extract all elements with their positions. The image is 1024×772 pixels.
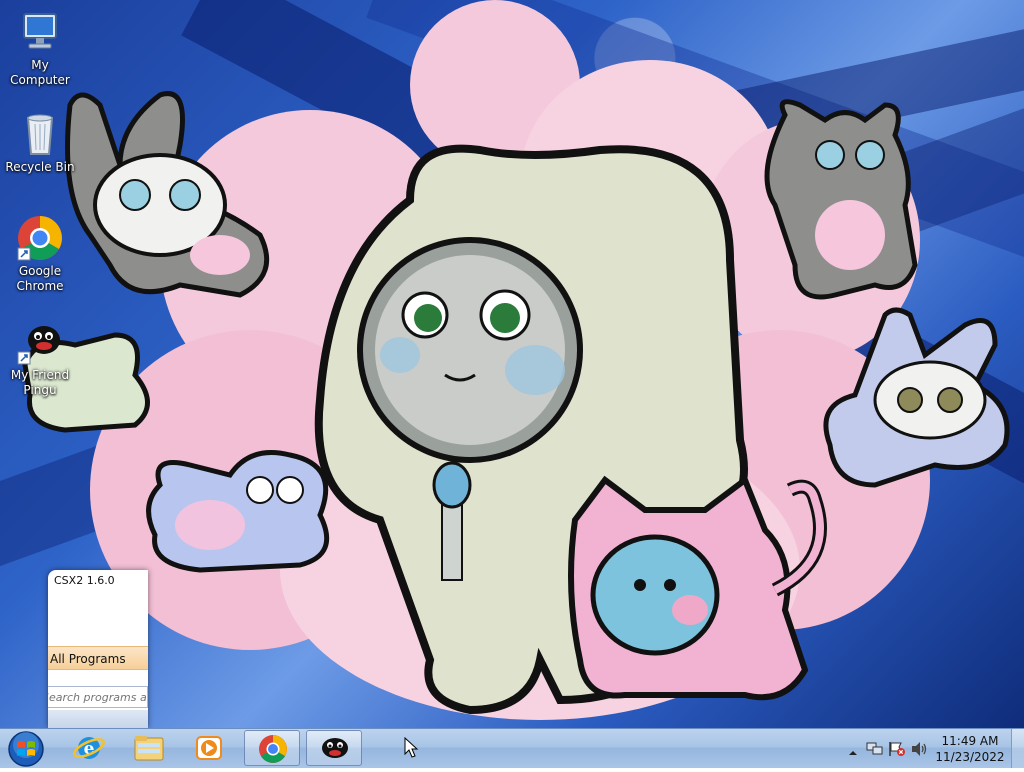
blue-bunny-character-illustration bbox=[823, 307, 1010, 488]
pingu-icon bbox=[16, 318, 64, 366]
desktop-icon-recycle-bin[interactable]: Recycle Bin bbox=[2, 110, 78, 175]
start-menu: CSX2 1.6.0 All Programs bbox=[48, 570, 148, 728]
clock-time: 11:49 AM bbox=[941, 734, 999, 748]
windows-orb-icon bbox=[8, 731, 44, 767]
taskbar-google-chrome-button[interactable] bbox=[244, 730, 300, 766]
chevron-up-icon bbox=[849, 751, 857, 755]
taskbar-internet-explorer-button[interactable]: e bbox=[61, 730, 117, 766]
taskbar: e 11:49 AM 11/23/2022 bbox=[0, 728, 1024, 768]
show-desktop-button[interactable] bbox=[1011, 729, 1024, 768]
chrome-icon bbox=[259, 735, 287, 763]
flag-alert-icon bbox=[889, 742, 905, 756]
taskbar-file-explorer-button[interactable] bbox=[121, 730, 177, 766]
pink-cat-character-illustration bbox=[568, 475, 827, 701]
start-menu-search-input[interactable] bbox=[48, 686, 148, 708]
start-menu-recent-item[interactable]: CSX2 1.6.0 bbox=[54, 574, 115, 587]
all-programs-label: All Programs bbox=[50, 652, 126, 666]
tray-action-center-button[interactable] bbox=[888, 741, 906, 761]
folder-icon bbox=[134, 736, 164, 761]
recycle-bin-icon bbox=[16, 110, 64, 158]
desktop-icon-label: Recycle Bin bbox=[5, 160, 75, 174]
clock-date: 11/23/2022 bbox=[935, 750, 1005, 764]
network-icon bbox=[866, 742, 883, 755]
taskbar-my-friend-pingu-button[interactable] bbox=[306, 730, 362, 766]
mouse-cursor-icon bbox=[404, 737, 419, 758]
bunny-character-illustration bbox=[65, 91, 270, 298]
start-button[interactable] bbox=[6, 730, 46, 768]
ie-icon: e bbox=[73, 737, 105, 759]
media-player-icon bbox=[196, 736, 222, 760]
desktop-icon-google-chrome[interactable]: Google Chrome bbox=[2, 214, 78, 294]
chrome-icon bbox=[16, 214, 64, 262]
desktop-icon-my-computer[interactable]: My Computer bbox=[2, 8, 78, 88]
desktop-wallpaper: My Computer Recycle Bin Google Chrome My… bbox=[0, 0, 1024, 728]
desktop-icon-label: My Friend Pingu bbox=[10, 368, 70, 397]
start-menu-footer bbox=[48, 710, 148, 728]
speaker-icon bbox=[912, 742, 927, 756]
grey-bear-character-illustration bbox=[764, 99, 918, 300]
computer-icon bbox=[16, 8, 64, 56]
all-programs-button[interactable]: All Programs bbox=[48, 646, 148, 670]
blue-bear-character-illustration bbox=[146, 450, 330, 573]
tray-network-button[interactable] bbox=[866, 741, 884, 761]
recent-item-label: CSX2 1.6.0 bbox=[54, 574, 115, 587]
show-hidden-icons-button[interactable] bbox=[848, 743, 858, 762]
taskbar-media-player-button[interactable] bbox=[181, 730, 237, 766]
desktop-icon-label: My Computer bbox=[10, 58, 70, 87]
desktop-icon-my-friend-pingu[interactable]: My Friend Pingu bbox=[2, 318, 78, 398]
system-tray: 11:49 AM 11/23/2022 bbox=[834, 729, 1024, 769]
taskbar-clock[interactable]: 11:49 AM 11/23/2022 bbox=[934, 733, 1006, 765]
pingu-icon bbox=[322, 738, 348, 758]
tray-volume-button[interactable] bbox=[910, 741, 928, 761]
desktop-icon-label: Google Chrome bbox=[16, 264, 64, 293]
